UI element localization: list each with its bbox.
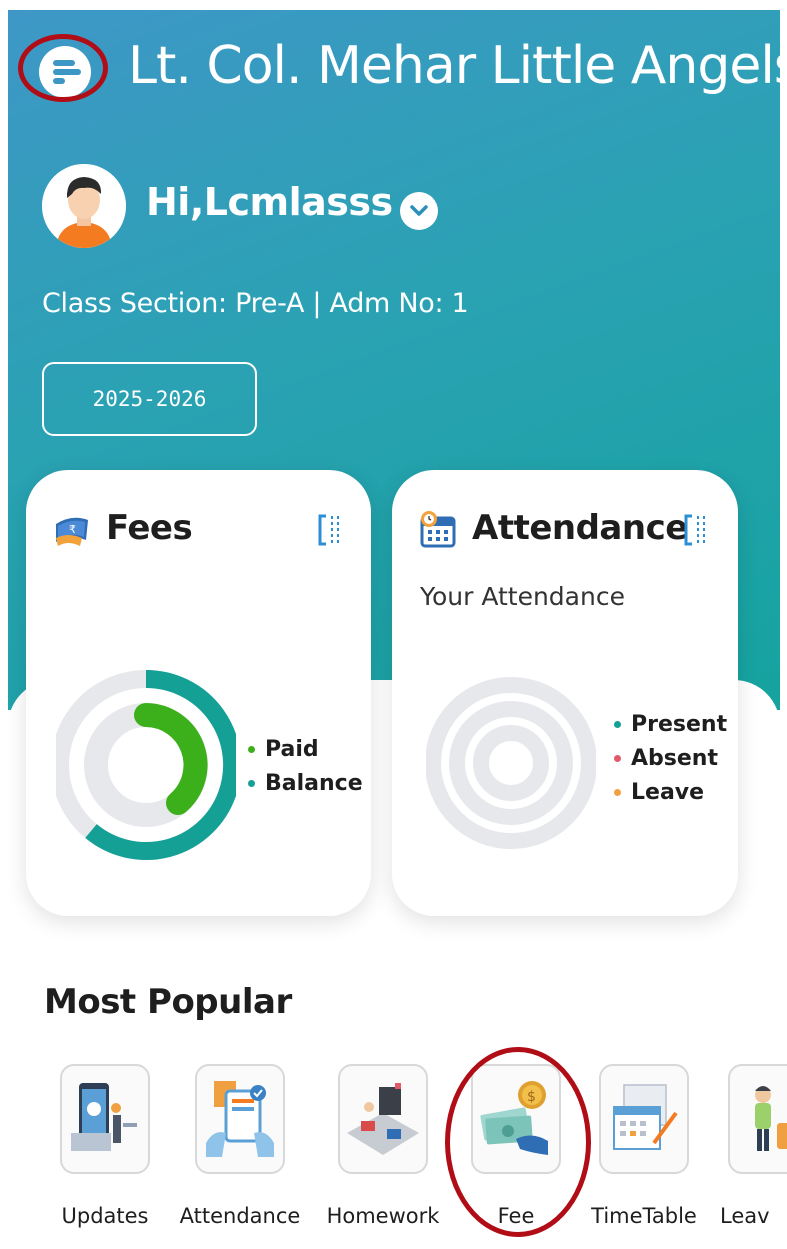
most-popular-title: Most Popular (44, 982, 292, 1022)
present-dot (614, 720, 621, 728)
session-selector[interactable]: 2025-2026 (42, 362, 257, 436)
expand-icon (318, 514, 339, 546)
calendar-clock-icon (420, 511, 456, 548)
legend-item: Leave (614, 775, 727, 809)
school-name: Lt. Col. Mehar Little Angels... (128, 36, 787, 96)
highlight-ring-fee (445, 1047, 591, 1237)
attendance-card[interactable]: Attendance Your Attendance Present Absen… (392, 470, 738, 916)
fees-card-title: Fees (106, 508, 193, 548)
absent-dot (614, 754, 621, 762)
tile-timetable[interactable]: TimeTable (591, 1064, 697, 1228)
leave-dot (614, 788, 621, 796)
timetable-icon (613, 1084, 678, 1150)
attendance-icon (206, 1081, 274, 1157)
legend-label-present: Present (631, 711, 728, 737)
attendance-legend: Present Absent Leave (614, 707, 727, 809)
student-avatar-icon (42, 164, 126, 248)
tile-label: Leav (720, 1204, 770, 1228)
attendance-subtitle: Your Attendance (420, 582, 625, 611)
legend-item: Present (614, 707, 727, 741)
avatar[interactable] (42, 164, 126, 248)
highlight-ring-menu (18, 34, 108, 102)
tile-label: TimeTable (591, 1204, 697, 1228)
tile-homework[interactable]: Homework (327, 1064, 439, 1228)
legend-item: Balance (248, 766, 363, 800)
balance-dot (248, 779, 255, 787)
homework-icon (347, 1083, 419, 1155)
leave-icon (755, 1086, 787, 1151)
legend-label-absent: Absent (631, 745, 718, 771)
chevron-down-icon (410, 205, 428, 216)
legend-label-leave: Leave (631, 779, 705, 805)
legend-label-paid: Paid (265, 736, 319, 762)
fees-donut-chart (56, 670, 236, 860)
updates-icon (71, 1083, 137, 1151)
attendance-rings-chart (426, 677, 596, 849)
svg-text:₹: ₹ (69, 523, 76, 536)
expand-icon (684, 514, 705, 546)
tile-updates[interactable]: Updates (60, 1064, 150, 1228)
fees-card[interactable]: ₹ Fees Paid Balance (26, 470, 371, 916)
fees-legend: Paid Balance (248, 732, 363, 800)
tile-leave[interactable]: Leav (720, 1064, 787, 1228)
class-info: Class Section: Pre-A | Adm No: 1 (42, 288, 469, 319)
legend-item: Paid (248, 732, 363, 766)
greeting-text: Hi,Lcmlasss (146, 180, 393, 224)
paid-dot (248, 745, 255, 753)
legend-label-balance: Balance (265, 770, 363, 796)
legend-item: Absent (614, 741, 727, 775)
profile-switch-button[interactable] (400, 192, 438, 230)
rupee-note-icon: ₹ (56, 517, 88, 546)
attendance-card-title: Attendance (472, 508, 688, 548)
tile-attendance[interactable]: Attendance (180, 1064, 300, 1228)
